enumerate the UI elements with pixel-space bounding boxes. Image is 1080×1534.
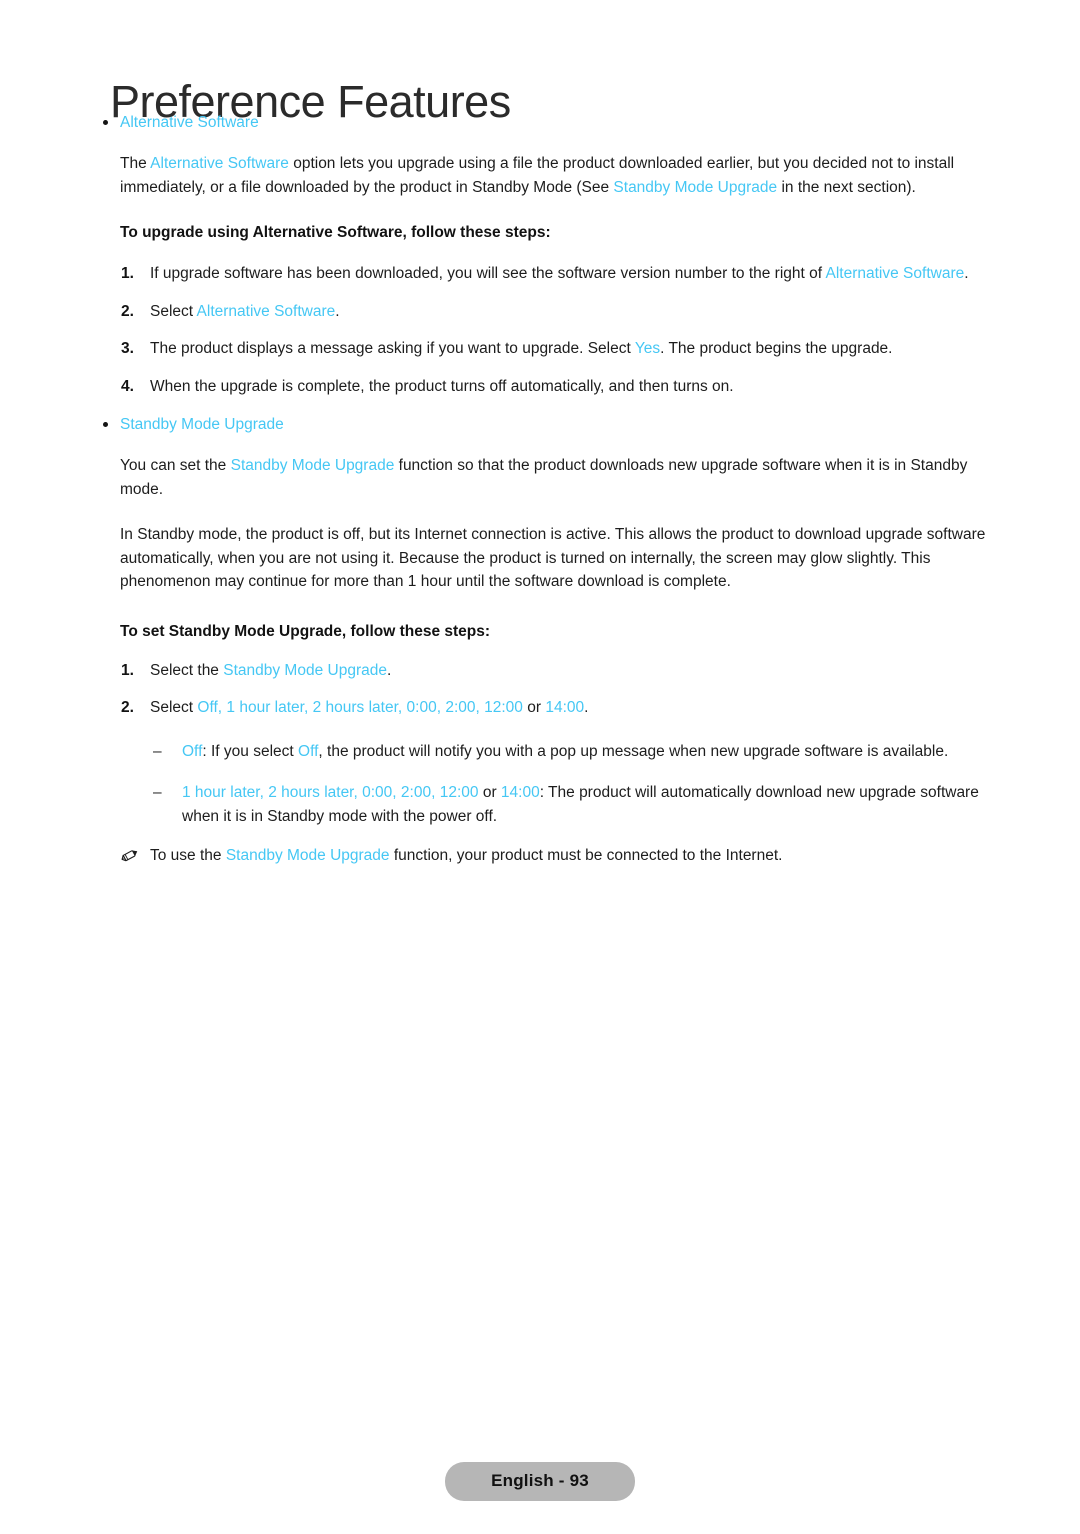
conjunction-or: or bbox=[522, 699, 546, 716]
option-1-hour-later-2: 1 hour later bbox=[182, 784, 260, 801]
steps-title-standby-mode-upgrade: To set Standby Mode Upgrade, follow thes… bbox=[120, 622, 491, 640]
option-off-term: Off bbox=[182, 742, 203, 760]
list-item: 3. The product displays a message asking … bbox=[0, 337, 1080, 361]
option-2-00-2: 2:00 bbox=[400, 784, 432, 801]
option-2-00: 2:00 bbox=[445, 699, 476, 716]
list-item: 4. When the upgrade is complete, the prod… bbox=[0, 375, 1080, 399]
list-item: 2. Select Off, 1 hour later, 2 hours late… bbox=[0, 696, 1080, 720]
dash-marker-icon: – bbox=[153, 784, 162, 801]
option-2-hours-later: 2 hours later bbox=[312, 699, 398, 716]
option-0-00: 0:00 bbox=[406, 699, 437, 716]
separator: , bbox=[431, 784, 440, 801]
list-item: 2. Select Alternative Software. bbox=[0, 300, 1080, 324]
note-line: To use the Standby Mode Upgrade function… bbox=[0, 844, 1080, 868]
separator: , bbox=[303, 699, 313, 716]
section-heading-alternative-software: Alternative Software bbox=[0, 112, 1080, 134]
term-standby-mode-upgrade-4: Standby Mode Upgrade bbox=[225, 847, 390, 864]
list-item: 1. If upgrade software has been downloade… bbox=[0, 262, 1080, 286]
separator: , bbox=[353, 784, 363, 801]
sub-list-item-off: – Off: If you select Off, the product wil… bbox=[0, 740, 1080, 764]
separator: , bbox=[259, 784, 269, 801]
list-item-text-a: Select the bbox=[150, 661, 224, 679]
page-footer: English - 93 bbox=[0, 1462, 1080, 1501]
document-page: Preference Features Alternative Software… bbox=[0, 0, 1080, 1534]
option-1-hour-later: 1 hour later bbox=[226, 699, 304, 716]
term-standby-mode-upgrade-3: Standby Mode Upgrade bbox=[223, 661, 387, 679]
note-text-a: To use the bbox=[150, 847, 226, 864]
paragraph-standby-explanation: In Standby mode, the product is off, but… bbox=[120, 526, 986, 590]
note-text-c: function, your product must be connected… bbox=[389, 847, 783, 864]
list-item-number: 1. bbox=[121, 661, 134, 679]
option-2-hours-later-2: 2 hours later bbox=[268, 784, 354, 801]
term-alternative-software-2: Alternative Software bbox=[825, 265, 965, 282]
paragraph-standby-intro: You can set the Standby Mode Upgrade fun… bbox=[0, 454, 1080, 501]
intro-text-3: in the next section). bbox=[777, 178, 916, 196]
term-alternative-software-3: Alternative Software bbox=[196, 302, 336, 320]
list-item-number: 2. bbox=[121, 302, 134, 320]
list-item-text-lead: Select bbox=[150, 699, 198, 716]
list-item-text-c: . The product begins the upgrade. bbox=[660, 340, 893, 357]
pencil-note-icon bbox=[119, 846, 141, 865]
document-content: Alternative Software The Alternative Sof… bbox=[0, 112, 1080, 868]
conjunction-or: or bbox=[478, 784, 501, 801]
list-item: 1. Select the Standby Mode Upgrade. bbox=[0, 659, 1080, 683]
sub-item-text-tail: , the product will notify you with a pop… bbox=[318, 742, 949, 760]
sub-item-text-mid: : If you select bbox=[202, 742, 299, 760]
section-heading-standby-mode-upgrade: Standby Mode Upgrade bbox=[0, 414, 1080, 436]
steps-title-alternative-software: To upgrade using Alternative Software, f… bbox=[120, 224, 551, 241]
option-off-inline: Off bbox=[298, 742, 319, 760]
list-item-text-end: . bbox=[584, 699, 589, 716]
list-item-text-c: . bbox=[335, 302, 340, 320]
section-heading-label: Alternative Software bbox=[120, 114, 259, 131]
option-12-00: 12:00 bbox=[484, 699, 523, 716]
option-off: Off bbox=[197, 699, 218, 716]
section-heading-label: Standby Mode Upgrade bbox=[120, 416, 284, 433]
list-item-text-a: If upgrade software has been downloaded,… bbox=[150, 265, 826, 282]
list-item-number: 4. bbox=[121, 377, 134, 395]
list-item-number: 1. bbox=[121, 265, 134, 282]
list-item-number: 2. bbox=[121, 699, 134, 716]
option-12-00-2: 12:00 bbox=[439, 784, 479, 801]
paragraph-alternative-software-intro: The Alternative Software option lets you… bbox=[0, 152, 1080, 199]
sub-list-item-timers: – 1 hour later, 2 hours later, 0:00, 2:00… bbox=[0, 781, 1080, 828]
list-item-text-a: Select bbox=[150, 302, 197, 320]
bullet-dot-icon bbox=[103, 422, 108, 427]
term-standby-mode-upgrade-2: Standby Mode Upgrade bbox=[230, 457, 395, 474]
option-14-00: 14:00 bbox=[545, 699, 585, 716]
separator: , bbox=[475, 699, 485, 716]
list-item-text-c: . bbox=[386, 661, 392, 679]
term-yes: Yes bbox=[634, 340, 661, 357]
separator: , bbox=[392, 784, 401, 801]
list-item-text-c: . bbox=[964, 265, 969, 282]
separator: , bbox=[397, 699, 407, 716]
page-number-badge: English - 93 bbox=[445, 1462, 635, 1501]
dash-marker-icon: – bbox=[153, 742, 162, 760]
term-standby-mode-upgrade-1: Standby Mode Upgrade bbox=[613, 178, 778, 196]
list-item-text-a: The product displays a message asking if… bbox=[150, 340, 635, 357]
intro-text-1: The bbox=[120, 155, 151, 172]
standby-intro-text-1: You can set the bbox=[120, 457, 231, 474]
option-0-00-2: 0:00 bbox=[362, 784, 393, 801]
option-14-00-2: 14:00 bbox=[500, 784, 540, 801]
term-alternative-software-1: Alternative Software bbox=[150, 155, 289, 172]
list-item-number: 3. bbox=[121, 340, 134, 357]
bullet-dot-icon bbox=[103, 120, 108, 125]
list-item-text-a: When the upgrade is complete, the produc… bbox=[150, 377, 734, 395]
